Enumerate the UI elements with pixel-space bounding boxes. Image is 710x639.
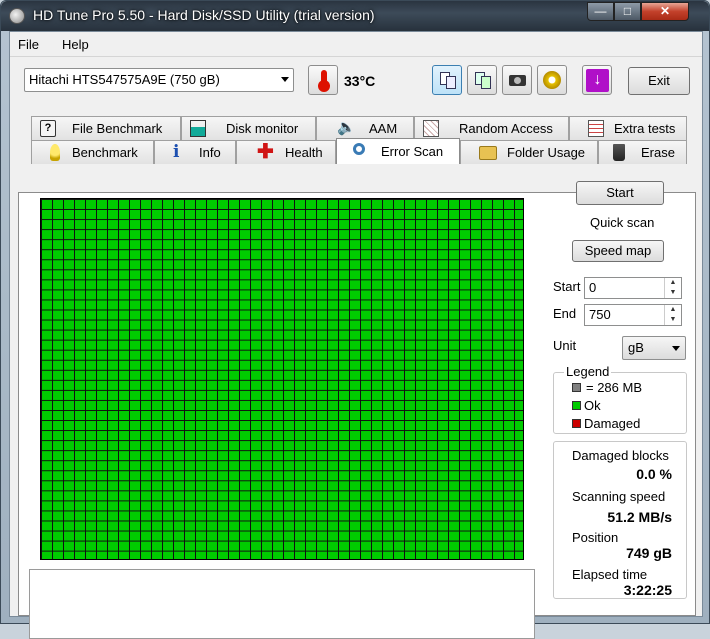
chevron-down-icon: [672, 346, 680, 351]
end-field-label: End: [553, 306, 577, 321]
start-field-label: Start: [553, 279, 581, 294]
tab-extra-tests[interactable]: Extra tests: [569, 116, 687, 140]
start-scan-button[interactable]: Start: [576, 181, 664, 205]
tab-label: Health: [285, 145, 323, 160]
drive-select[interactable]: Hitachi HTS547575A9E (750 gB): [24, 68, 294, 92]
window-title: HD Tune Pro 5.50 - Hard Disk/SSD Utility…: [33, 7, 375, 23]
drive-select-value: Hitachi HTS547575A9E (750 gB): [29, 72, 220, 87]
tab-label: Extra tests: [614, 121, 676, 136]
start-position-value: 0: [589, 280, 597, 295]
spin-up-icon[interactable]: ▲: [664, 278, 681, 288]
elapsed-time-value: 3:22:25: [623, 582, 672, 598]
tab-erase[interactable]: Erase: [598, 140, 687, 164]
tab-folder-usage[interactable]: Folder Usage: [460, 140, 598, 164]
legend-title: Legend: [564, 364, 612, 379]
exit-button[interactable]: Exit: [628, 67, 690, 95]
save-button[interactable]: ↓: [582, 65, 612, 95]
temperature-button[interactable]: [308, 65, 338, 95]
folder-icon: [479, 146, 497, 160]
copy-info-button[interactable]: [432, 65, 462, 95]
disk-monitor-icon: [190, 120, 206, 137]
position-label: Position: [572, 530, 619, 545]
scan-log-box[interactable]: [29, 569, 535, 639]
copy-document-back-icon: [446, 76, 456, 89]
damaged-blocks-value: 0.0 %: [636, 466, 672, 482]
extra-tests-icon: [588, 120, 604, 137]
legend-damaged: Damaged: [584, 416, 641, 431]
close-button[interactable]: ✕: [641, 2, 689, 21]
legend-block-size: = 286 MB: [586, 380, 643, 395]
tab-label: Random Access: [459, 121, 553, 136]
damaged-swatch: [572, 419, 581, 428]
app-icon: [9, 8, 25, 24]
options-button[interactable]: [537, 65, 567, 95]
damaged-blocks-label: Damaged blocks: [572, 448, 669, 463]
camera-icon: [509, 75, 526, 86]
position-value: 749 gB: [626, 545, 672, 561]
tab-disk-monitor[interactable]: Disk monitor: [181, 116, 316, 140]
app-window: HD Tune Pro 5.50 - Hard Disk/SSD Utility…: [0, 0, 710, 639]
unit-select-value: gB: [628, 340, 644, 355]
clipboard-back-icon: [481, 76, 491, 89]
file-benchmark-icon: ?: [40, 120, 56, 137]
tab-label: Benchmark: [72, 145, 138, 160]
gear-icon: [543, 71, 561, 89]
copy-to-clipboard-button[interactable]: [467, 65, 497, 95]
legend-ok: Ok: [584, 398, 601, 413]
scanning-speed-value: 51.2 MB/s: [607, 509, 672, 525]
spin-down-icon[interactable]: ▼: [664, 288, 681, 298]
minimize-button[interactable]: —: [587, 2, 614, 21]
speaker-icon: 🔈: [337, 119, 356, 136]
tab-random-access[interactable]: Random Access: [414, 116, 569, 140]
magnifier-icon: [353, 143, 365, 155]
end-position-value: 750: [589, 307, 611, 322]
quick-scan-label: Quick scan: [590, 215, 655, 230]
tab-error-scan[interactable]: Error Scan: [336, 138, 460, 164]
tab-file-benchmark[interactable]: ? File Benchmark: [31, 116, 181, 140]
elapsed-time-label: Elapsed time: [572, 567, 648, 582]
health-cross-icon: ✚: [257, 141, 274, 163]
maximize-button[interactable]: □: [614, 2, 641, 21]
menu-help[interactable]: Help: [62, 37, 89, 52]
lightbulb-icon: [50, 144, 60, 161]
tab-label: File Benchmark: [72, 121, 163, 136]
tab-label: Erase: [641, 145, 675, 160]
thermometer-icon: [318, 70, 330, 92]
download-arrow-icon: ↓: [586, 69, 609, 92]
tab-label: Error Scan: [381, 144, 444, 159]
unit-select[interactable]: gB: [622, 336, 686, 360]
screenshot-button[interactable]: [502, 65, 532, 95]
block-size-swatch: [572, 383, 581, 392]
tab-label: Disk monitor: [226, 121, 299, 136]
menu-bar: File Help: [10, 32, 702, 56]
scanning-speed-label: Scanning speed: [572, 489, 666, 504]
speed-map-button[interactable]: Speed map: [572, 240, 664, 262]
tab-label: Info: [199, 145, 221, 160]
info-icon: i: [173, 142, 180, 162]
spin-down-icon[interactable]: ▼: [664, 315, 681, 325]
start-position-input[interactable]: 0 ▲ ▼: [584, 277, 682, 299]
temperature-readout: 33°C: [344, 73, 376, 89]
tab-label: Folder Usage: [507, 145, 586, 160]
tab-aam[interactable]: 🔈 AAM: [316, 116, 414, 140]
unit-label: Unit: [553, 338, 577, 353]
tab-benchmark[interactable]: Benchmark: [31, 140, 154, 164]
random-access-icon: [423, 120, 439, 137]
menu-file[interactable]: File: [18, 37, 39, 52]
ok-swatch: [572, 401, 581, 410]
client-area: File Help Hitachi HTS547575A9E (750 gB) …: [9, 31, 703, 639]
trash-icon: [613, 144, 625, 161]
tab-label: AAM: [369, 121, 398, 136]
scan-block-map: [40, 198, 524, 560]
tab-health[interactable]: ✚ Health: [236, 140, 336, 164]
spin-up-icon[interactable]: ▲: [664, 305, 681, 315]
chevron-down-icon: [281, 77, 289, 82]
title-bar[interactable]: HD Tune Pro 5.50 - Hard Disk/SSD Utility…: [1, 1, 709, 31]
menu-divider: [10, 56, 702, 57]
end-position-input[interactable]: 750 ▲ ▼: [584, 304, 682, 326]
tab-info[interactable]: i Info: [154, 140, 236, 164]
